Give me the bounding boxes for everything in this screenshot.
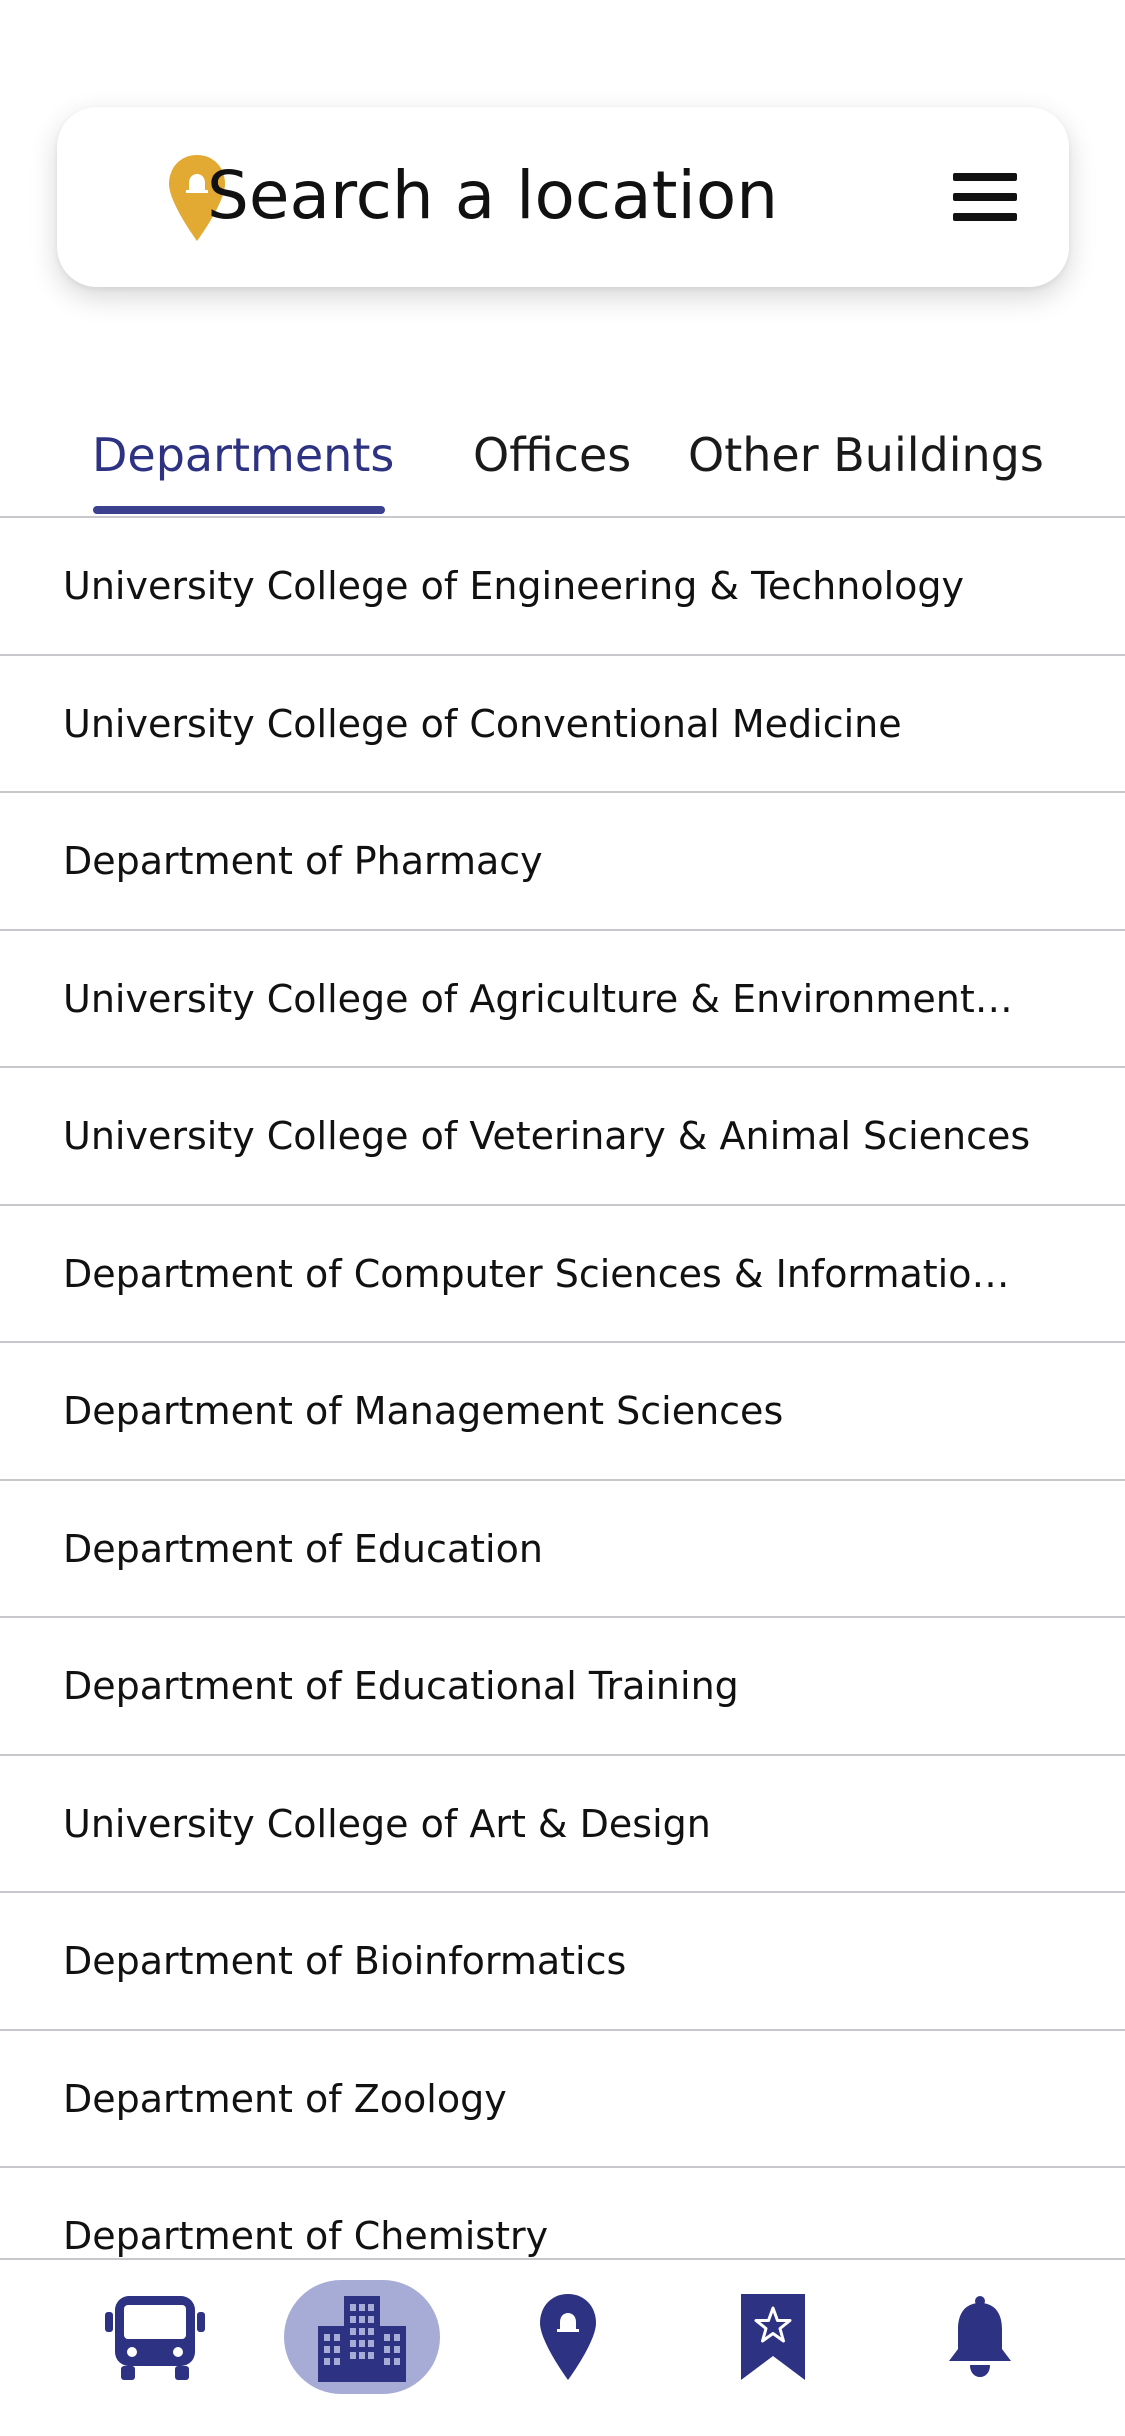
search-bar[interactable] bbox=[57, 107, 1069, 287]
list-item[interactable]: Department of Chemistry bbox=[0, 2168, 1125, 2258]
nav-favorites[interactable] bbox=[708, 2280, 838, 2394]
list-item-label: Department of Educational Training bbox=[63, 1664, 739, 1708]
list-item[interactable]: Department of Management Sciences bbox=[0, 1343, 1125, 1481]
departments-list[interactable]: University College of Engineering & Tech… bbox=[0, 518, 1125, 2258]
list-item[interactable]: Department of Bioinformatics bbox=[0, 1893, 1125, 2031]
list-item-label: Department of Chemistry bbox=[63, 2214, 549, 2258]
bell-icon bbox=[949, 2296, 1011, 2377]
nav-buildings[interactable] bbox=[284, 2280, 440, 2394]
list-item[interactable]: University College of Agriculture & Envi… bbox=[0, 931, 1125, 1068]
location-pin-icon bbox=[540, 2294, 596, 2380]
bookmark-star-icon bbox=[741, 2294, 805, 2380]
list-item[interactable]: University College of Engineering & Tech… bbox=[0, 518, 1125, 656]
bus-icon bbox=[105, 2296, 205, 2380]
list-item-label: Department of Zoology bbox=[63, 2076, 507, 2121]
list-item-label: University College of Veterinary & Anima… bbox=[63, 1114, 1031, 1158]
list-item[interactable]: University College of Veterinary & Anima… bbox=[0, 1068, 1125, 1206]
list-item-label: Department of Computer Sciences & Inform… bbox=[63, 1251, 1033, 1296]
nav-notifications[interactable] bbox=[915, 2280, 1045, 2394]
search-input[interactable] bbox=[207, 145, 847, 245]
category-tabs: Departments Offices Other Buildings bbox=[0, 400, 1125, 518]
bottom-navigation bbox=[0, 2258, 1125, 2436]
list-item-label: Department of Pharmacy bbox=[63, 839, 543, 883]
list-item-label: University College of Engineering & Tech… bbox=[63, 564, 964, 608]
tab-other-buildings[interactable]: Other Buildings bbox=[688, 428, 1044, 482]
list-item-label: Department of Education bbox=[63, 1526, 543, 1571]
list-item[interactable]: Department of Education bbox=[0, 1481, 1125, 1618]
list-item-label: Department of Bioinformatics bbox=[63, 1939, 627, 1983]
hamburger-menu-icon[interactable] bbox=[953, 171, 1017, 223]
tab-offices[interactable]: Offices bbox=[473, 428, 631, 482]
nav-bus[interactable] bbox=[90, 2280, 220, 2394]
app-screen: Departments Offices Other Buildings Univ… bbox=[0, 0, 1125, 2436]
list-item[interactable]: Department of Zoology bbox=[0, 2031, 1125, 2168]
list-item-label: University College of Art & Design bbox=[63, 1801, 711, 1846]
nav-location[interactable] bbox=[503, 2280, 633, 2394]
list-item-label: University College of Conventional Medic… bbox=[63, 701, 902, 746]
list-item[interactable]: University College of Conventional Medic… bbox=[0, 656, 1125, 793]
list-item[interactable]: Department of Pharmacy bbox=[0, 793, 1125, 931]
active-tab-indicator bbox=[93, 506, 385, 514]
list-item-label: Department of Management Sciences bbox=[63, 1389, 784, 1433]
list-item[interactable]: Department of Educational Training bbox=[0, 1618, 1125, 1756]
list-item[interactable]: University College of Art & Design bbox=[0, 1756, 1125, 1893]
tab-departments[interactable]: Departments bbox=[92, 428, 394, 482]
buildings-icon bbox=[318, 2296, 406, 2382]
list-item-label: University College of Agriculture & Envi… bbox=[63, 976, 1033, 1021]
list-item[interactable]: Department of Computer Sciences & Inform… bbox=[0, 1206, 1125, 1343]
